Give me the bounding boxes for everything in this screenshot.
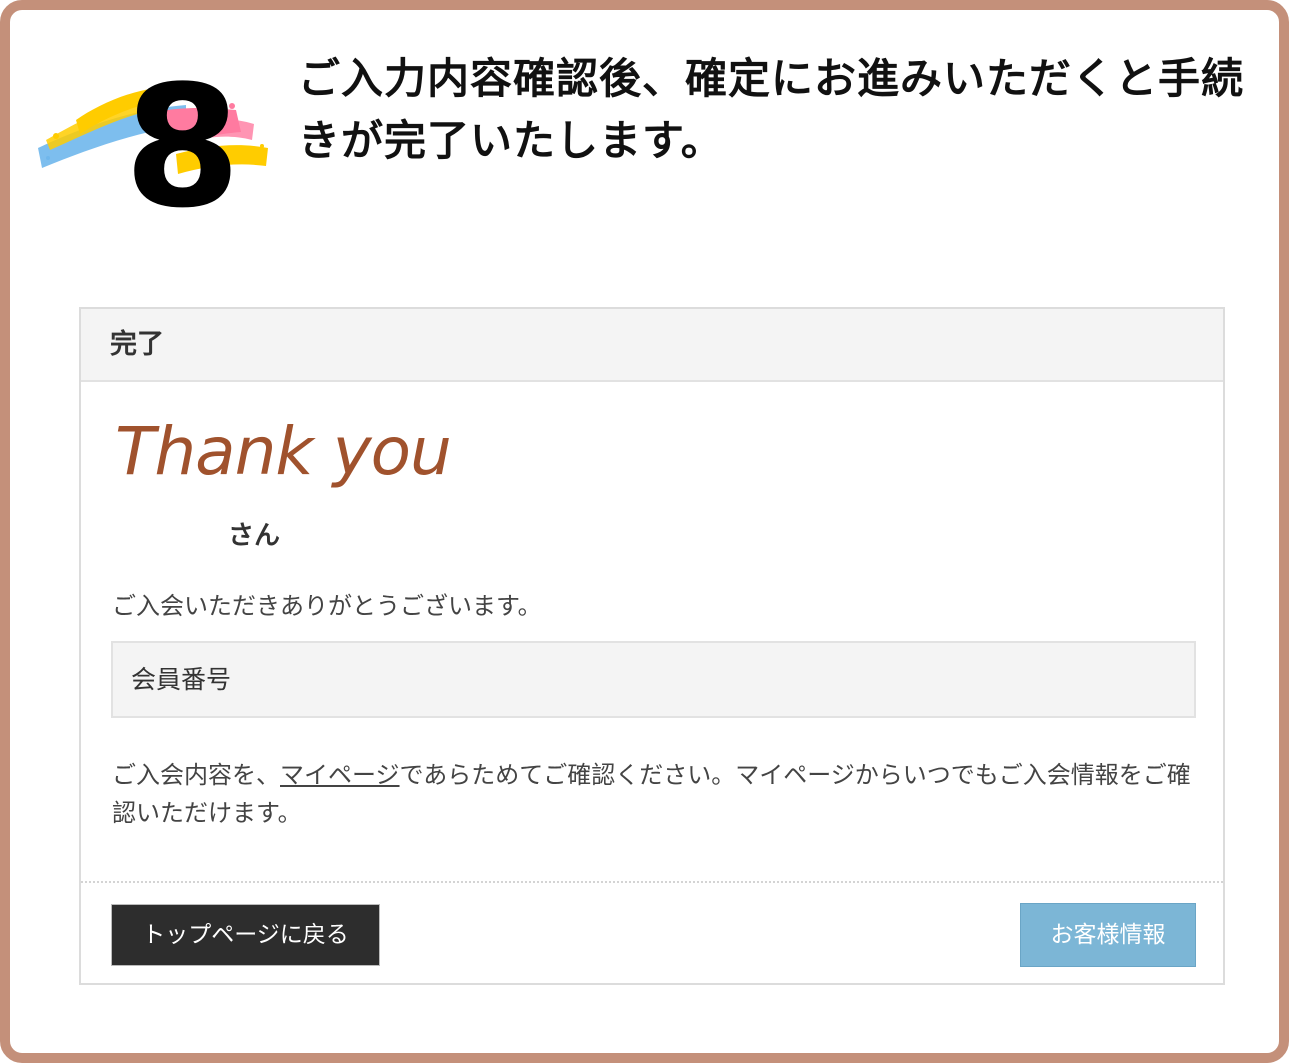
member-number-label: 会員番号 <box>131 665 232 694</box>
step-number: 8 <box>124 49 241 245</box>
step-badge: 8 <box>36 50 276 231</box>
welcome-message: ご入会いただきありがとうございます。 <box>112 592 542 620</box>
panel-title: 完了 <box>110 329 164 360</box>
completion-panel: 完了 Thank you さん ご入会いただきありがとうございます。 会員番号 … <box>79 307 1225 985</box>
note-text-before: ご入会内容を、 <box>112 761 280 789</box>
dotted-divider <box>81 881 1223 883</box>
back-to-top-button[interactable]: トップページに戻る <box>111 904 380 966</box>
thank-you-heading: Thank you <box>115 413 452 490</box>
member-number-box: 会員番号 <box>111 641 1196 718</box>
username-suffix: さん <box>228 521 281 551</box>
customer-info-button[interactable]: お客様情報 <box>1020 903 1196 967</box>
mypage-note: ご入会内容を、マイページであらためてご確認ください。マイページからいつでもご入会… <box>112 756 1202 832</box>
step-description: ご入力内容確認後、確定にお進みいただくと手続きが完了いたします。 <box>298 54 1245 165</box>
panel-header: 完了 <box>81 309 1223 382</box>
mypage-link[interactable]: マイページ <box>280 761 400 789</box>
page-frame: 8 ご入力内容確認後、確定にお進みいただくと手続きが完了いたします。 完了 Th… <box>0 0 1289 1063</box>
